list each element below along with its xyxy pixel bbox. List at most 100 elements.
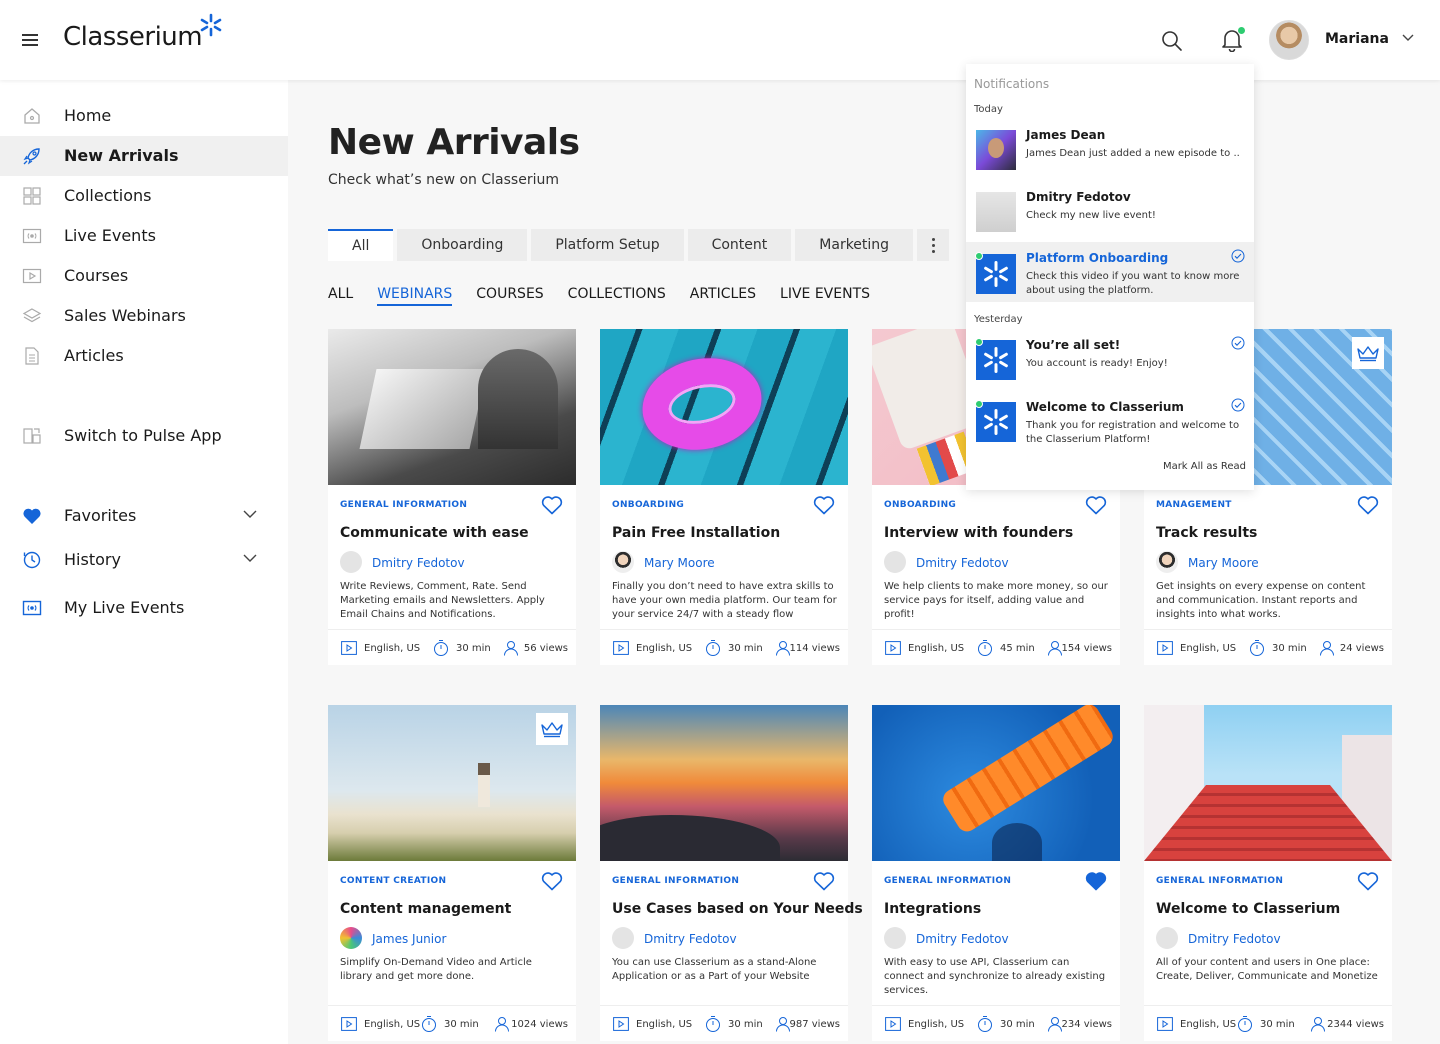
timer-icon	[705, 639, 721, 657]
card-author[interactable]: Dmitry Fedotov	[916, 932, 1009, 946]
notification-item[interactable]: James Dean James Dean just added a new e…	[966, 124, 1254, 184]
card-description: Simplify On-Demand Video and Article lib…	[340, 957, 532, 982]
card-meta: English, US 30 min 24 views	[1144, 629, 1392, 665]
heart-outline-icon[interactable]	[1085, 495, 1107, 515]
more-tabs-icon[interactable]	[917, 229, 950, 261]
content-card[interactable]: GENERAL INFORMATION Welcome to Classeriu…	[1144, 705, 1392, 1041]
card-thumbnail	[1144, 705, 1392, 861]
card-language: English, US	[1180, 1019, 1237, 1030]
card-title[interactable]: Track results	[1156, 525, 1257, 541]
sidebar-item-my-live-events[interactable]: My Live Events	[0, 588, 288, 628]
read-check-icon[interactable]	[1231, 249, 1245, 263]
card-language: English, US	[364, 643, 421, 654]
content-card[interactable]: GENERAL INFORMATION Use Cases based on Y…	[600, 705, 863, 1041]
card-author[interactable]: Dmitry Fedotov	[916, 556, 1009, 570]
read-check-icon[interactable]	[1231, 336, 1245, 350]
sidebar-item-sales-webinars[interactable]: Sales Webinars	[0, 296, 288, 336]
notification-item-highlighted[interactable]: Platform Onboarding Check this video if …	[966, 242, 1254, 302]
chevron-down-icon[interactable]	[1402, 34, 1414, 42]
content-card[interactable]: ONBOARDING Pain Free Installation Mary M…	[600, 329, 848, 665]
heart-outline-icon[interactable]	[541, 871, 563, 891]
content-card[interactable]: CONTENT CREATION Content management Jame…	[328, 705, 576, 1041]
document-icon	[25, 347, 39, 365]
card-author[interactable]: Dmitry Fedotov	[372, 556, 465, 570]
card-title[interactable]: Welcome to Classerium	[1156, 901, 1340, 917]
card-views: 114 views	[789, 643, 840, 654]
notification-item[interactable]: Welcome to Classerium Thank you for regi…	[966, 396, 1254, 456]
subtab-live-events[interactable]: LIVE EVENTS	[780, 286, 870, 306]
heart-outline-icon[interactable]	[541, 495, 563, 515]
tab-onboarding[interactable]: Onboarding	[397, 229, 528, 261]
sidebar-item-collections[interactable]: Collections	[0, 176, 288, 216]
subtab-all[interactable]: ALL	[328, 286, 353, 306]
card-title[interactable]: Pain Free Installation	[612, 525, 780, 541]
logo-star-icon	[200, 13, 222, 37]
card-title[interactable]: Interview with founders	[884, 525, 1073, 541]
sidebar-item-history[interactable]: History	[0, 540, 288, 580]
heart-outline-icon[interactable]	[1357, 871, 1379, 891]
notifications-bell-icon[interactable]	[1221, 26, 1246, 53]
card-duration: 30 min	[444, 1019, 479, 1030]
card-author[interactable]: James Junior	[372, 932, 446, 946]
tab-all[interactable]: All	[328, 229, 394, 261]
heart-outline-icon[interactable]	[1357, 495, 1379, 515]
sidebar-item-favorites[interactable]: Favorites	[0, 496, 288, 536]
user-name[interactable]: Mariana	[1325, 31, 1389, 47]
sidebar-item-articles[interactable]: Articles	[0, 336, 288, 376]
content-card[interactable]: GENERAL INFORMATION Integrations Dmitry …	[872, 705, 1120, 1041]
card-title[interactable]: Integrations	[884, 901, 981, 917]
tab-marketing[interactable]: Marketing	[795, 229, 914, 261]
card-views: 987 views	[789, 1019, 840, 1030]
card-language: English, US	[636, 1019, 693, 1030]
subtab-webinars[interactable]: WEBINARS	[377, 286, 453, 306]
user-icon	[1310, 1016, 1326, 1032]
card-title[interactable]: Communicate with ease	[340, 525, 529, 541]
user-icon	[503, 640, 519, 656]
card-meta: English, US 30 min 234 views	[872, 1005, 1120, 1041]
notification-item[interactable]: You’re all set! You account is ready! En…	[966, 334, 1254, 394]
card-title[interactable]: Use Cases based on Your Needs	[612, 901, 863, 917]
subtab-courses[interactable]: COURSES	[476, 286, 543, 306]
history-icon	[23, 551, 41, 569]
tab-platform-setup[interactable]: Platform Setup	[531, 229, 684, 261]
search-icon[interactable]	[1161, 30, 1183, 52]
card-meta: English, US 30 min 56 views	[328, 629, 576, 665]
subtab-articles[interactable]: ARTICLES	[690, 286, 756, 306]
timer-icon	[433, 639, 449, 657]
video-icon	[885, 641, 901, 655]
video-icon	[613, 641, 629, 655]
notification-item[interactable]: Dmitry Fedotov Check my new live event!	[966, 186, 1254, 246]
mark-all-read-link[interactable]: Mark All as Read	[1163, 461, 1246, 472]
card-author[interactable]: Dmitry Fedotov	[644, 932, 737, 946]
tab-content[interactable]: Content	[687, 229, 792, 261]
sidebar-item-new-arrivals[interactable]: New Arrivals	[0, 136, 288, 176]
card-category: MANAGEMENT	[1156, 500, 1232, 510]
menu-icon[interactable]	[22, 34, 38, 46]
sidebar-item-home[interactable]: Home	[0, 96, 288, 136]
user-avatar[interactable]	[1269, 20, 1309, 60]
subtab-collections[interactable]: COLLECTIONS	[568, 286, 666, 306]
heart-filled-icon[interactable]	[1085, 871, 1107, 891]
timer-icon	[1237, 1015, 1253, 1033]
avatar	[884, 551, 906, 573]
logo[interactable]: Classerium	[63, 22, 203, 52]
card-title[interactable]: Content management	[340, 901, 511, 917]
card-meta: English, US 30 min 114 views	[600, 629, 848, 665]
switch-to-pulse-app[interactable]: Switch to Pulse App	[0, 416, 288, 456]
classerium-logo-icon	[976, 402, 1016, 442]
chevron-down-icon[interactable]	[243, 554, 257, 563]
sidebar: Home New Arrivals Collections Live Event…	[0, 80, 288, 1044]
heart-outline-icon[interactable]	[813, 495, 835, 515]
sidebar-item-courses[interactable]: Courses	[0, 256, 288, 296]
heart-outline-icon[interactable]	[813, 871, 835, 891]
card-author[interactable]: Dmitry Fedotov	[1188, 932, 1281, 946]
chevron-down-icon[interactable]	[243, 510, 257, 519]
card-author[interactable]: Mary Moore	[1188, 556, 1259, 570]
read-check-icon[interactable]	[1231, 398, 1245, 412]
card-author[interactable]: Mary Moore	[644, 556, 715, 570]
sidebar-item-live-events[interactable]: Live Events	[0, 216, 288, 256]
avatar	[1156, 551, 1178, 573]
content-card[interactable]: GENERAL INFORMATION Communicate with eas…	[328, 329, 576, 665]
card-views: 234 views	[1061, 1019, 1112, 1030]
notifications-dropdown: Notifications Today James Dean James Dea…	[966, 64, 1254, 490]
